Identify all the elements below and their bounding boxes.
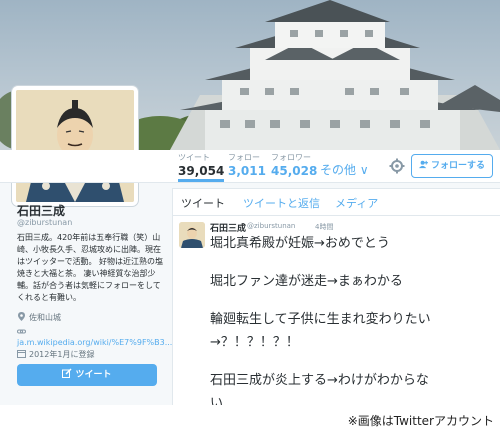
profile-joined: 2012年1月に登録 bbox=[17, 349, 94, 360]
profile-link-text[interactable]: ja.m.wikipedia.org/wiki/%E7%9F%B3... bbox=[17, 338, 172, 347]
follow-button-label: フォローする bbox=[430, 161, 485, 171]
timeline-tabs: ツイート ツイートと返信 メディア bbox=[173, 189, 500, 216]
follow-button[interactable]: フォローする bbox=[411, 154, 493, 178]
stat-following-label: フォロー bbox=[228, 153, 260, 162]
stat-following[interactable]: フォロー 3,011 bbox=[228, 153, 266, 179]
twitter-profile-screenshot: ツイート 39,054 フォロー 3,011 フォロワー 45,028 その他 … bbox=[0, 0, 500, 405]
gear-icon[interactable] bbox=[389, 158, 405, 174]
timeline: ツイート ツイートと返信 メディア 石田三成 @ziburstunan 4時間 … bbox=[172, 188, 500, 405]
tweet-compose-label: ツイート bbox=[75, 370, 112, 380]
calendar-icon bbox=[17, 350, 26, 358]
profile-location-text: 佐和山城 bbox=[29, 313, 61, 322]
compose-icon bbox=[62, 368, 73, 378]
tweet-compose-button[interactable]: ツイート bbox=[17, 364, 157, 386]
add-user-icon bbox=[418, 160, 428, 169]
stat-following-value: 3,011 bbox=[228, 164, 266, 178]
image-credit-caption: ※画像はTwitterアカウント bbox=[347, 414, 494, 428]
profile-card: 石田三成 @ziburstunan 石田三成。420年前は五奉行職（笑）山崎、小… bbox=[0, 182, 172, 405]
profile-link[interactable]: ja.m.wikipedia.org/wiki/%E7%9F%B3... bbox=[17, 327, 172, 348]
stat-tweets-value: 39,054 bbox=[178, 164, 225, 178]
tweet-text-line: 堀北真希殿が妊娠→おめでとう bbox=[210, 236, 390, 251]
tweet-avatar-image bbox=[179, 222, 205, 248]
stat-followers[interactable]: フォロワー 45,028 bbox=[271, 153, 317, 179]
tweet-timestamp[interactable]: 4時間 bbox=[315, 222, 333, 232]
tab-media[interactable]: メディア bbox=[335, 195, 378, 211]
tweet-text-line: い bbox=[210, 396, 224, 405]
stat-tweets-label: ツイート bbox=[178, 153, 210, 162]
location-pin-icon bbox=[18, 312, 25, 321]
tweet-author-handle[interactable]: @ziburstunan bbox=[247, 222, 295, 230]
profile-bio: 石田三成。420年前は五奉行職（笑）山崎、小牧長久手、忍城攻めに出陣。現在はツイ… bbox=[17, 233, 164, 302]
tab-tweets-and-replies[interactable]: ツイートと返信 bbox=[243, 195, 320, 211]
more-menu[interactable]: その他 ∨ bbox=[320, 161, 369, 178]
stat-followers-label: フォロワー bbox=[271, 153, 311, 162]
stat-followers-value: 45,028 bbox=[271, 164, 318, 178]
profile-location: 佐和山城 bbox=[17, 312, 61, 323]
tab-tweets[interactable]: ツイート bbox=[181, 195, 225, 211]
profile-handle[interactable]: @ziburstunan bbox=[17, 218, 72, 227]
stat-tweets[interactable]: ツイート 39,054 bbox=[178, 153, 225, 182]
tweet-text-line: 堀北ファン達が迷走→まぁわかる bbox=[210, 274, 403, 289]
tweet-text-line: →？！？！？！ bbox=[210, 335, 299, 350]
profile-name: 石田三成 bbox=[17, 204, 66, 218]
tweet-text-line: 石田三成が炎上する→わけがわからな bbox=[210, 373, 429, 388]
tweet-item[interactable]: 石田三成 @ziburstunan 4時間 堀北真希殿が妊娠→おめでとう 堀北フ… bbox=[173, 216, 500, 405]
tweet-text-line: 輪廻転生して子供に生まれ変わりたい bbox=[210, 312, 431, 327]
link-icon bbox=[17, 329, 26, 334]
profile-nav-bar: ツイート 39,054 フォロー 3,011 フォロワー 45,028 その他 … bbox=[0, 150, 500, 183]
profile-joined-text: 2012年1月に登録 bbox=[29, 350, 95, 359]
tweet-avatar[interactable] bbox=[179, 222, 205, 248]
